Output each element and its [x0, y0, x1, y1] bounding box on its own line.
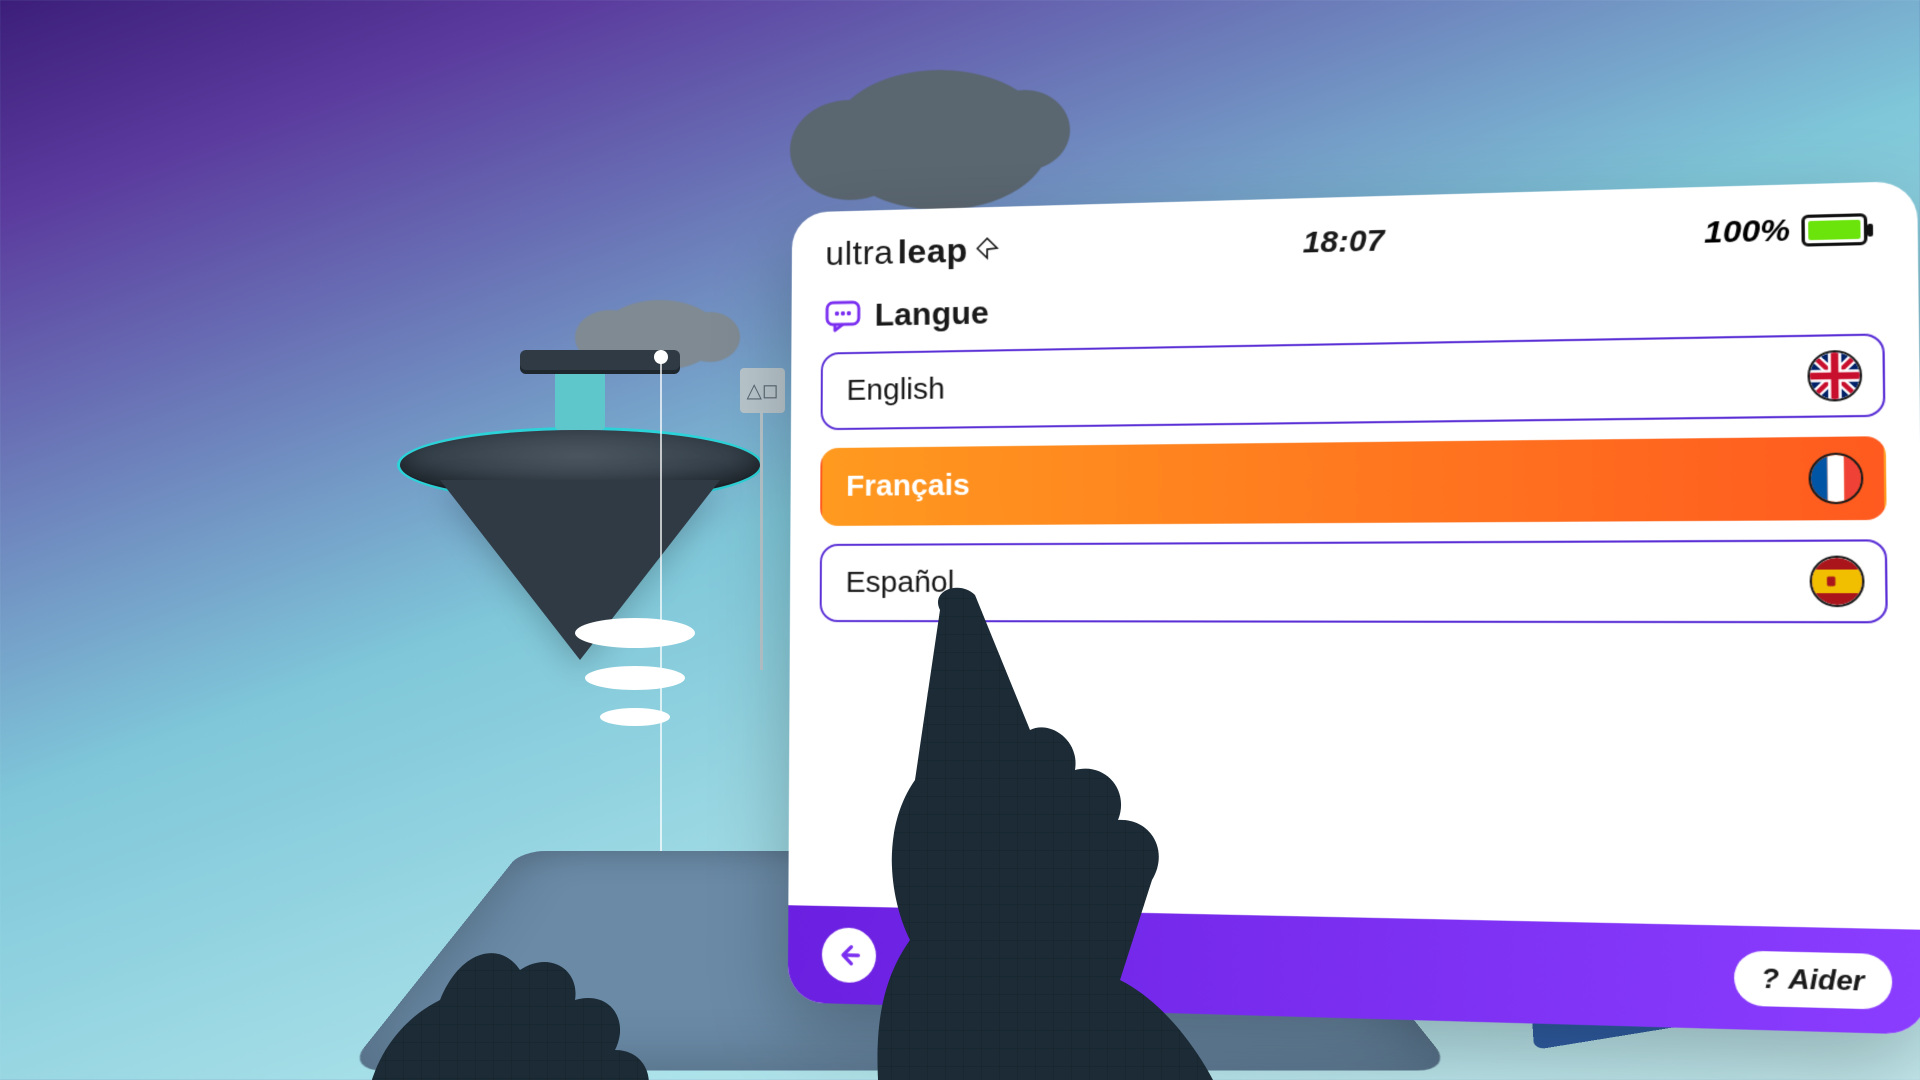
panel-bottombar: ? Aider [788, 905, 1920, 1035]
help-label: Aider [1788, 963, 1865, 999]
language-option-fr[interactable]: Français [820, 436, 1887, 526]
battery-status: 100% [1704, 211, 1868, 251]
language-option-label: English [846, 372, 944, 408]
tether-line [660, 350, 662, 880]
floating-island [400, 430, 760, 500]
brand-logo: ultraleap [825, 231, 1000, 274]
battery-percent-label: 100% [1704, 213, 1790, 251]
back-button[interactable] [822, 927, 876, 983]
vr-hand-left [350, 880, 730, 1080]
section-title: Langue [875, 294, 989, 333]
help-prefix: ? [1761, 962, 1779, 996]
help-button[interactable]: ? Aider [1733, 950, 1892, 1009]
language-options-list: English Français Español [790, 333, 1920, 624]
brand-text-light: ultra [825, 234, 893, 274]
fr-flag-icon [1808, 452, 1863, 504]
language-option-label: Français [846, 469, 970, 504]
es-flag-icon [1809, 556, 1864, 608]
signpost-icon: △◻ [740, 370, 763, 670]
battery-icon [1801, 213, 1867, 247]
cloud-icon [830, 70, 1050, 210]
tether-bead [654, 350, 668, 364]
clock-label: 18:07 [1303, 223, 1385, 260]
language-option-es[interactable]: Español [820, 539, 1888, 623]
cloud-icon [600, 300, 720, 370]
brand-glyph-icon [974, 234, 1000, 261]
tether-bead [654, 865, 668, 879]
language-settings-panel: ultraleap 18:07 100% Langue English Franç… [788, 181, 1920, 1035]
brand-text-bold: leap [897, 232, 967, 273]
language-option-label: Español [846, 566, 955, 600]
arrow-left-icon [835, 941, 863, 970]
uk-flag-icon [1807, 350, 1862, 402]
floating-discs [575, 618, 695, 726]
language-icon [825, 300, 861, 333]
